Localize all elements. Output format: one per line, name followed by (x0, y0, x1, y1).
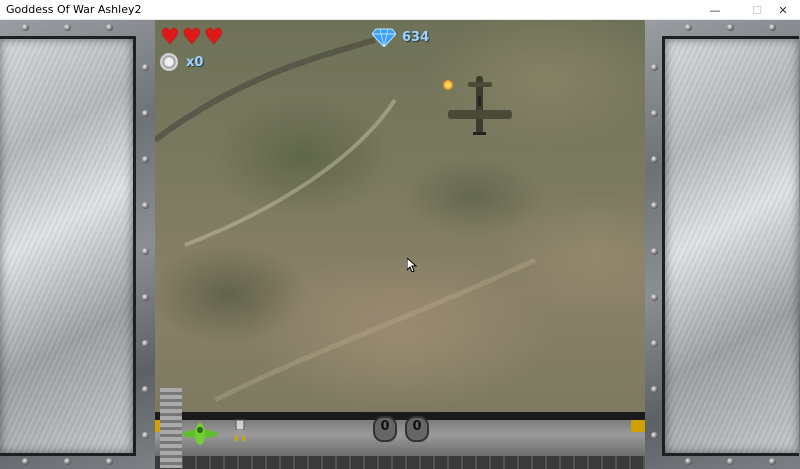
window-title: Goddess Of War Ashley2 (6, 3, 142, 16)
rivet-icon (685, 458, 692, 465)
rivet-icon (651, 386, 658, 393)
weapon-slot-2-count: 0 (412, 419, 422, 434)
shield-count: x0 (186, 54, 204, 70)
rivet-icon (142, 202, 149, 209)
rivet-icon (651, 340, 658, 347)
shield-counter: x0 (160, 53, 203, 71)
bottom-edge (155, 456, 645, 469)
terrain-background (155, 20, 645, 412)
rivet-icon (651, 202, 658, 209)
right-panel-inset (662, 36, 799, 456)
close-button[interactable]: ✕ (766, 0, 800, 20)
rivet-icon (142, 340, 149, 347)
weapon-slot-1: 0 (373, 416, 397, 442)
terrain-roads (155, 37, 537, 403)
rivet-icon (769, 458, 776, 465)
rivet-icon (64, 458, 71, 465)
rivet-icon (106, 458, 113, 465)
rivet-icon (106, 24, 113, 31)
rivet-icon (142, 386, 149, 393)
rivet-icon (142, 110, 149, 117)
rivet-icon (651, 248, 658, 255)
rivet-icon (142, 248, 149, 255)
minimize-button[interactable]: — (698, 0, 732, 20)
gem-counter: 634 (372, 27, 429, 47)
bottom-status-bar (155, 412, 645, 469)
rivet-icon (142, 156, 149, 163)
diamond-icon (372, 28, 396, 47)
game-viewport[interactable]: ♥ ♥ ♥ x0 634 0 0 (0, 20, 800, 469)
rivet-icon (651, 156, 658, 163)
rivet-icon (685, 24, 692, 31)
rivet-icon (727, 458, 734, 465)
heart-icon: ♥ (204, 25, 224, 50)
window-titlebar: Goddess Of War Ashley2 — ☐ ✕ (0, 0, 800, 20)
left-metal-panel (0, 20, 155, 469)
rivet-icon (651, 64, 658, 71)
wingman-robot-icon (234, 419, 246, 441)
mouse-cursor-icon (407, 258, 417, 272)
rivet-icon (142, 432, 149, 439)
heart-icon: ♥ (160, 25, 180, 50)
rivet-icon (64, 24, 71, 31)
player-plane-icon (182, 423, 218, 445)
rivet-icon (142, 64, 149, 71)
rivet-icon (769, 24, 776, 31)
bottom-track (155, 420, 645, 456)
weapon-slot-2: 0 (405, 416, 429, 442)
rivet-icon (651, 110, 658, 117)
rivet-icon (727, 24, 734, 31)
weapon-slot-1-count: 0 (380, 419, 390, 434)
rivet-icon (22, 458, 29, 465)
heart-icon: ♥ (182, 25, 202, 50)
lives-hearts: ♥ ♥ ♥ (160, 25, 224, 50)
left-panel-inset (0, 36, 136, 456)
power-gauge (160, 388, 182, 468)
rivet-icon (22, 24, 29, 31)
gem-count: 634 (402, 29, 430, 45)
rivet-icon (142, 294, 149, 301)
shield-icon (160, 53, 178, 71)
rivet-icon (651, 294, 658, 301)
rivet-icon (651, 432, 658, 439)
enemy-plane-icon (448, 76, 512, 135)
hazard-marker (631, 420, 645, 432)
right-metal-panel (645, 20, 800, 469)
